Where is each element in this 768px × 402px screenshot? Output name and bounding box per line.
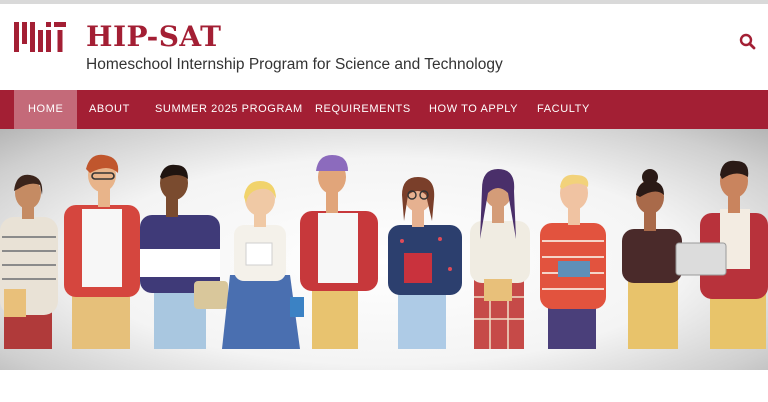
site-header: HIP-SAT Homeschool Internship Program fo… [0, 4, 768, 90]
student-figure [290, 155, 378, 349]
student-figure [540, 174, 606, 349]
site-title[interactable]: HIP-SAT [86, 20, 221, 54]
nav-item-requirements[interactable]: REQUIREMENTS [301, 90, 425, 129]
mit-logo[interactable] [14, 22, 66, 52]
student-figure [388, 177, 462, 349]
main-nav: HOME ABOUT SUMMER 2025 PROGRAM REQUIREME… [0, 90, 768, 129]
nav-item-home[interactable]: HOME [14, 90, 78, 129]
students-illustration [0, 154, 768, 349]
nav-item-summer-2025-program[interactable]: SUMMER 2025 PROGRAM [141, 90, 317, 129]
page-content-area [0, 370, 768, 402]
student-figure [222, 181, 300, 349]
nav-item-about[interactable]: ABOUT [75, 90, 144, 129]
search-icon[interactable] [738, 32, 758, 52]
student-figure [64, 154, 140, 349]
student-figure [675, 160, 768, 349]
student-figure [622, 169, 682, 349]
nav-item-how-to-apply[interactable]: HOW TO APPLY [415, 90, 532, 129]
hero-banner [0, 129, 768, 370]
nav-item-faculty[interactable]: FACULTY [523, 90, 604, 129]
site-subtitle: Homeschool Internship Program for Scienc… [86, 56, 503, 73]
student-figure [470, 169, 530, 349]
student-figure [0, 174, 58, 349]
student-figure [140, 164, 228, 349]
